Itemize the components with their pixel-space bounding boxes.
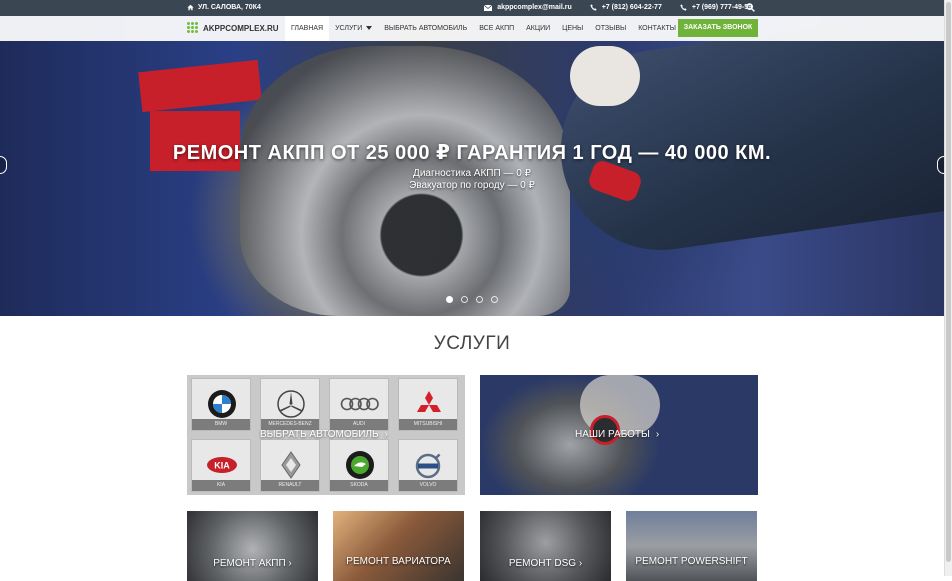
brand-tile-bmw[interactable]: BMW [191,378,251,431]
brand-name: RENAULT [261,480,319,491]
audi-logo-icon [340,397,379,411]
brand-name: KIA [192,480,250,491]
svg-text:KIA: KIA [214,461,230,471]
kia-logo-icon: KIA [207,457,237,473]
hero-bg-shape [138,59,262,113]
slider-next-arrow[interactable] [937,156,944,174]
services-title: УСЛУГИ [433,333,511,354]
phone-link-2[interactable]: +7 (969) 777-49-59 [680,4,752,11]
service-tile-powershift[interactable]: РЕМОНТ POWERSHIFT [626,511,757,581]
slider-dot[interactable] [491,296,498,303]
page-scrollbar[interactable] [944,0,952,576]
brand-tile-volvo[interactable]: VOLVO [398,439,458,492]
mercedes-logo-icon [277,390,305,418]
hero-subtitle-2: Эвакуатор по городу — 0 ₽ [409,180,535,191]
phone-icon [680,4,687,11]
service-tile-label: РЕМОНТ АКПП › [213,558,292,569]
phone-icon [590,4,597,11]
phone-text-1: +7 (812) 604-22-77 [601,4,662,11]
email-text: akppcomplex@mail.ru [497,4,572,11]
skoda-logo-icon [346,451,374,479]
brand-tile-mercedes[interactable]: MERCEDES-BENZ [260,378,320,431]
brand-tile-renault[interactable]: RENAULT [260,439,320,492]
home-icon [187,4,194,11]
search-icon[interactable] [746,3,755,12]
slider-dot[interactable] [476,296,483,303]
nav-item-home[interactable]: ГЛАВНАЯ [285,16,330,41]
envelope-icon [484,4,493,11]
choose-car-text: ВЫБРАТЬ АВТОМОБИЛЬ [260,429,379,440]
brand-tile-kia[interactable]: KIA KIA [191,439,251,492]
hero-slider: РЕМОНТ АКПП ОТ 25 000 ₽ ГАРАНТИЯ 1 ГОД —… [0,16,944,316]
brand-name: SKODA [330,480,388,491]
chevron-down-icon [366,26,373,31]
nav-item-choose-car[interactable]: ВЫБРАТЬ АВТОМОБИЛЬ [378,16,473,41]
nav-item-reviews[interactable]: ОТЗЫВЫ [589,16,632,41]
mitsubishi-logo-icon [417,391,441,412]
email-link[interactable]: akppcomplex@mail.ru [484,4,572,11]
address-text: УЛ. САЛОВА, 70К4 [198,4,261,11]
phone-text-2: +7 (969) 777-49-59 [691,4,752,11]
brand-tile-skoda[interactable]: SKODA [329,439,389,492]
chevron-right-icon: › [655,429,660,440]
phone-link-1[interactable]: +7 (812) 604-22-77 [590,4,662,11]
service-tile-label: РЕМОНТ DSG › [508,558,583,569]
volvo-logo-icon [415,452,442,479]
nav-item-services-label: УСЛУГИ [335,25,363,32]
nav-item-services[interactable]: УСЛУГИ [329,16,378,41]
service-tile-variator[interactable]: РЕМОНТ ВАРИАТОРА [333,511,464,581]
nav-item-contacts[interactable]: КОНТАКТЫ [632,16,682,41]
nav-item-promotions[interactable]: АКЦИИ [520,16,556,41]
brand-name: BMW [192,419,250,430]
site-logo[interactable]: AKPPCOMPLEX.RU [187,22,279,34]
our-works-text: НАШИ РАБОТЫ [575,429,650,440]
brand-tile-audi[interactable]: AUDI [329,378,389,431]
brand-tile-mitsubishi[interactable]: MITSUBISHI [398,378,458,431]
our-works-label[interactable]: НАШИ РАБОТЫ › [575,429,659,440]
logo-mark-icon [187,22,199,34]
main-nav: AKPPCOMPLEX.RU ГЛАВНАЯ УСЛУГИ ВЫБРАТЬ АВ… [0,16,944,41]
nav-menu: ГЛАВНАЯ УСЛУГИ ВЫБРАТЬ АВТОМОБИЛЬ ВСЕ АК… [285,16,682,41]
order-call-button[interactable]: ЗАКАЗАТЬ ЗВОНОК [678,19,758,37]
nav-item-all-akpp[interactable]: ВСЕ АКПП [473,16,520,41]
slider-dot[interactable] [461,296,468,303]
scrollbar-thumb[interactable] [946,2,951,562]
our-works-card[interactable]: НАШИ РАБОТЫ › [480,375,758,495]
brand-name: MITSUBISHI [399,419,457,430]
hero-title: РЕМОНТ АКПП ОТ 25 000 ₽ ГАРАНТИЯ 1 ГОД —… [172,142,772,164]
choose-car-card[interactable]: BMW MERCEDES-BENZ AUDI MITSUBISHI KIA KI… [187,375,465,495]
renault-logo-icon [281,451,301,479]
logo-text: AKPPCOMPLEX.RU [203,23,279,33]
service-tile-dsg[interactable]: РЕМОНТ DSG › [480,511,611,581]
brand-name: VOLVO [399,480,457,491]
chevron-right-icon: › [384,429,388,440]
service-tile-akpp[interactable]: РЕМОНТ АКПП › [187,511,318,581]
hero-subtitle-1: Диагностика АКПП — 0 ₽ [413,168,531,179]
service-tile-label: РЕМОНТ ВАРИАТОРА [346,556,451,567]
slider-dots [446,296,498,303]
slider-dot[interactable] [446,296,453,303]
address: УЛ. САЛОВА, 70К4 [187,4,261,11]
service-tile-label: РЕМОНТ POWERSHIFT [635,556,748,567]
top-info-bar: УЛ. САЛОВА, 70К4 akppcomplex@mail.ru +7 … [0,0,944,16]
choose-car-label[interactable]: ВЫБРАТЬ АВТОМОБИЛЬ › [260,429,388,440]
hero-bg-shape [570,46,640,106]
bmw-logo-icon [208,390,236,418]
nav-item-prices[interactable]: ЦЕНЫ [556,16,589,41]
